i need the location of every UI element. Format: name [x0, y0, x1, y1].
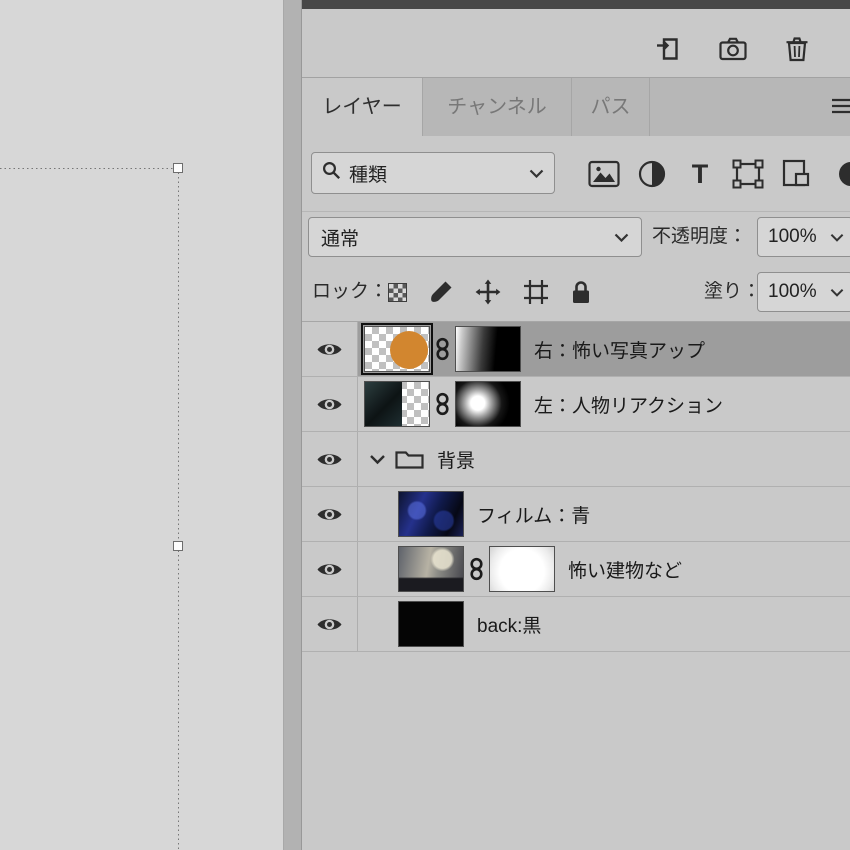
visibility-toggle[interactable] [302, 487, 358, 541]
layer-name: 怖い建物など [568, 556, 682, 583]
layer-thumbnail[interactable] [398, 491, 464, 537]
panel-tab-bar: レイヤー チャンネル パス [302, 78, 850, 136]
layer-row-left-reaction[interactable]: 左：人物リアクション [302, 377, 850, 432]
layer-filter-row: 種類 T [302, 136, 850, 212]
layer-mask-thumbnail[interactable] [455, 326, 521, 372]
blend-mode-dropdown[interactable]: 通常 [308, 217, 642, 257]
layer-thumbnail[interactable] [398, 601, 464, 647]
layer-mask-thumbnail[interactable] [489, 546, 555, 592]
layer-thumbnail[interactable] [398, 546, 464, 592]
group-expand-chevron-icon[interactable] [369, 454, 386, 465]
chevron-down-icon [614, 226, 629, 248]
selection-border-vertical [178, 168, 179, 850]
layers-panel: レイヤー チャンネル パス 種類 T [301, 0, 850, 850]
lock-position-icon[interactable] [475, 279, 501, 305]
mask-link-icon[interactable] [435, 337, 450, 362]
lock-image-pixels-icon[interactable] [429, 280, 453, 304]
tab-layers[interactable]: レイヤー [302, 78, 423, 136]
lock-row: ロック： 塗り： 100% [302, 262, 850, 322]
filter-kind-label: 種類 [349, 160, 387, 187]
chevron-down-icon [830, 281, 844, 303]
history-panel-toolbar [302, 9, 850, 78]
visibility-toggle[interactable] [302, 597, 358, 651]
mask-link-icon[interactable] [435, 392, 450, 417]
adjustment-layer-filter-icon[interactable] [635, 157, 669, 191]
blend-mode-value: 通常 [321, 224, 359, 251]
group-name: 背景 [437, 446, 475, 473]
layer-row-back-black[interactable]: back:黒 [302, 597, 850, 652]
delete-trash-icon[interactable] [785, 36, 809, 62]
layer-thumbnail[interactable] [364, 326, 430, 372]
smart-object-filter-icon[interactable] [779, 157, 813, 191]
layer-thumbnail[interactable] [364, 381, 430, 427]
type-layer-filter-icon[interactable]: T [683, 157, 717, 191]
layer-name: フィルム：青 [477, 501, 590, 528]
selection-border-horizontal [0, 168, 179, 169]
filter-type-buttons: T [587, 154, 850, 194]
layer-name: 右：怖い写真アップ [534, 336, 705, 363]
visibility-toggle[interactable] [302, 322, 358, 376]
tab-channels[interactable]: チャンネル [423, 78, 572, 136]
panel-top-divider [302, 0, 850, 9]
visibility-toggle[interactable] [302, 377, 358, 431]
lock-transparent-pixels-icon[interactable] [388, 283, 407, 302]
opacity-dropdown[interactable]: 100% [757, 217, 850, 257]
opacity-value: 100% [768, 226, 817, 248]
layer-row-scary-buildings[interactable]: 怖い建物など [302, 542, 850, 597]
transform-handle-mid[interactable] [173, 541, 183, 551]
filter-kind-dropdown[interactable]: 種類 [311, 152, 555, 194]
new-snapshot-camera-icon[interactable] [719, 37, 747, 61]
layer-name: 左：人物リアクション [534, 391, 723, 418]
mask-link-icon[interactable] [469, 557, 484, 582]
panel-gutter [283, 0, 302, 850]
shape-layer-filter-icon[interactable] [731, 157, 765, 191]
layer-name: back:黒 [477, 611, 541, 638]
lock-buttons [388, 276, 591, 308]
layers-list: 右：怖い写真アップ 左：人物リアクション [302, 322, 850, 850]
blend-mode-row: 通常 不透明度： 100% [302, 212, 850, 262]
transform-handle-corner[interactable] [173, 163, 183, 173]
lock-all-icon[interactable] [571, 280, 591, 305]
layer-mask-thumbnail[interactable] [455, 381, 521, 427]
lock-label: ロック： [312, 272, 388, 312]
fill-label: 塗り： [704, 272, 761, 312]
fill-dropdown[interactable]: 100% [757, 272, 850, 312]
folder-icon [395, 448, 424, 470]
fill-value: 100% [768, 281, 817, 303]
layer-group-row-background[interactable]: 背景 [302, 432, 850, 487]
opacity-label: 不透明度： [652, 217, 747, 257]
visibility-toggle[interactable] [302, 542, 358, 596]
tab-paths[interactable]: パス [572, 78, 650, 136]
visibility-toggle[interactable] [302, 432, 358, 486]
layer-row-right-scary-photo[interactable]: 右：怖い写真アップ [302, 322, 850, 377]
chevron-down-icon [529, 162, 544, 184]
pixel-layer-filter-icon[interactable] [587, 157, 621, 191]
new-document-from-state-icon[interactable] [655, 36, 681, 62]
panel-menu-icon[interactable] [832, 98, 850, 116]
lock-artboard-icon[interactable] [523, 279, 549, 305]
search-icon [322, 161, 341, 186]
layer-row-film-blue[interactable]: フィルム：青 [302, 487, 850, 542]
chevron-down-icon [830, 226, 844, 248]
clipped-filter-icon[interactable] [827, 157, 850, 191]
document-canvas[interactable] [0, 0, 283, 850]
